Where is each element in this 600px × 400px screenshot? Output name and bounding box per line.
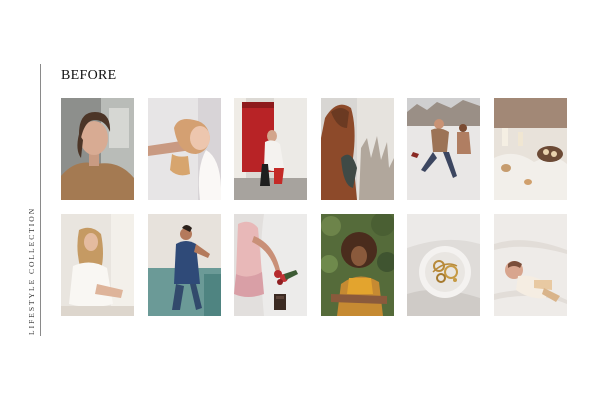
photo-candles-still-life	[493, 98, 567, 200]
photo-woman-portrait	[61, 98, 134, 200]
photo-snow-couple	[407, 98, 480, 200]
photo-baby-blanket	[493, 214, 567, 316]
photo-red-door	[234, 98, 307, 200]
photo-teal-wall	[147, 214, 221, 316]
vertical-divider	[40, 64, 41, 336]
photo-curly-hair	[320, 214, 394, 316]
photo-jewelry-plate	[407, 214, 480, 316]
photo-pink-dress	[234, 214, 307, 316]
photo-white-outfit	[61, 214, 134, 316]
photo-grid	[61, 98, 567, 316]
collection-label: LIFESTYLE COLLECTION	[27, 206, 36, 335]
photo-woman-leaning	[147, 98, 221, 200]
photo-brown-coat	[320, 98, 394, 200]
section-heading: BEFORE	[61, 68, 117, 83]
